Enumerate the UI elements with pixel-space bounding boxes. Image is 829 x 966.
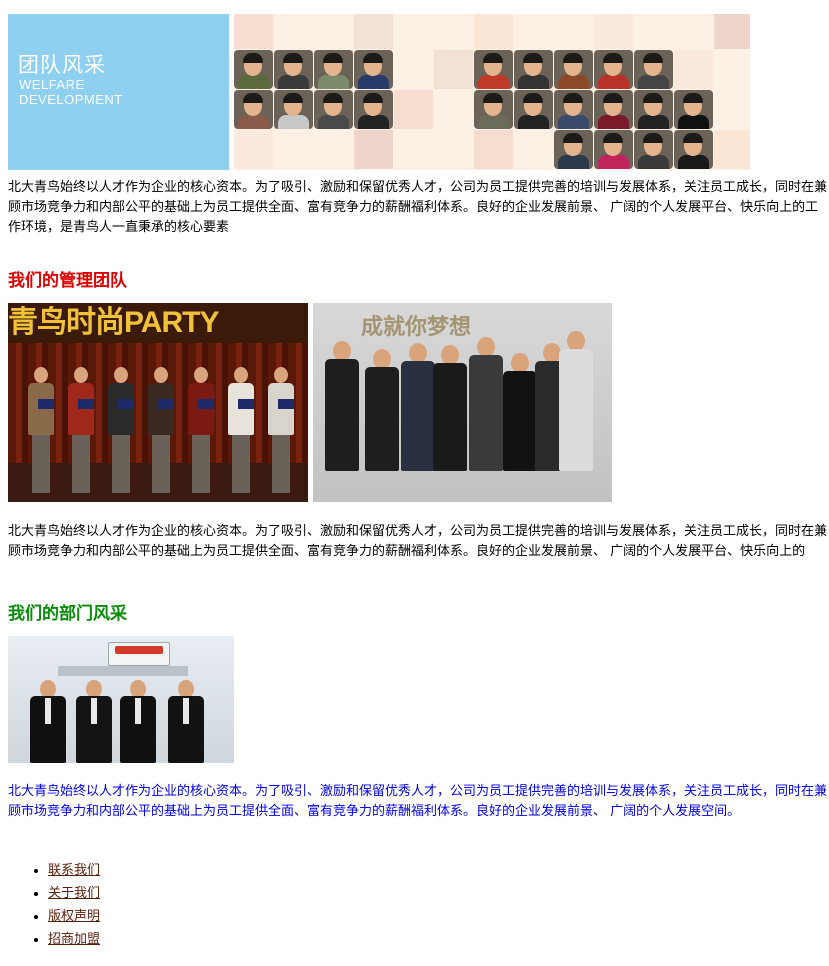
- office-team-photo: 成就你梦想: [313, 303, 612, 502]
- office-wall-logo: 成就你梦想: [361, 315, 472, 340]
- team-banner: 团队风采 WELFARE DEVELOPMENT: [8, 14, 750, 170]
- collage-tile: [434, 50, 473, 89]
- staff-portrait: [274, 50, 313, 89]
- collage-tile: [354, 14, 393, 49]
- staff-portrait: [234, 90, 273, 129]
- department-heading: 我们的部门风采: [8, 604, 127, 624]
- party-banner: 青鸟时尚PARTY: [8, 303, 308, 343]
- collage-tile: [474, 130, 513, 169]
- staff-portrait: [554, 90, 593, 129]
- footer-link-item: 联系我们: [48, 861, 100, 884]
- staff-portrait: [514, 90, 553, 129]
- party-team-photo: 青鸟时尚PARTY: [8, 303, 308, 502]
- staff-portrait: [474, 50, 513, 89]
- intro-paragraph: 北大青鸟始终以人才作为企业的核心资本。为了吸引、激励和保留优秀人才，公司为员工提…: [8, 180, 828, 235]
- banner-title-block: 团队风采 WELFARE DEVELOPMENT: [8, 14, 229, 170]
- staff-portrait: [274, 90, 313, 129]
- collage-tile: [234, 130, 273, 169]
- staff-portrait: [474, 90, 513, 129]
- banner-subtitle-line2: DEVELOPMENT: [19, 92, 123, 107]
- staff-portrait: [234, 50, 273, 89]
- department-team-photo: [8, 636, 234, 763]
- staff-portrait: [314, 90, 353, 129]
- footer-link-item: 关于我们: [48, 884, 100, 907]
- staff-portrait: [594, 50, 633, 89]
- staff-portrait: [674, 130, 713, 169]
- collage-tile: [674, 50, 713, 89]
- management-paragraph: 北大青鸟始终以人才作为企业的核心资本。为了吸引、激励和保留优秀人才，公司为员工提…: [8, 524, 828, 559]
- footer-links: 联系我们 关于我们 版权声明 招商加盟: [8, 861, 100, 953]
- staff-portrait: [634, 130, 673, 169]
- management-team-heading: 我们的管理团队: [8, 271, 127, 291]
- footer-link-item: 招商加盟: [48, 930, 100, 953]
- banner-subtitle: WELFARE DEVELOPMENT: [19, 77, 123, 107]
- staff-photo-collage: [234, 14, 750, 170]
- collage-tile: [234, 14, 273, 49]
- franchise-link[interactable]: 招商加盟: [48, 932, 100, 947]
- collage-tile: [474, 14, 513, 49]
- staff-portrait: [554, 130, 593, 169]
- staff-portrait: [514, 50, 553, 89]
- staff-portrait: [634, 90, 673, 129]
- department-paragraph: 北大青鸟始终以人才作为企业的核心资本。为了吸引、激励和保留优秀人才，公司为员工提…: [8, 784, 828, 819]
- footer-link-item: 版权声明: [48, 907, 100, 930]
- banner-subtitle-line1: WELFARE: [19, 77, 85, 92]
- reception-desk: [58, 666, 188, 676]
- company-logo: [115, 646, 163, 654]
- staff-portrait: [594, 130, 633, 169]
- collage-tile: [594, 14, 633, 49]
- staff-portrait: [354, 50, 393, 89]
- staff-portrait: [594, 90, 633, 129]
- staff-portrait: [674, 90, 713, 129]
- staff-portrait: [314, 50, 353, 89]
- collage-tile: [394, 90, 433, 129]
- collage-tile: [714, 14, 750, 49]
- staff-portrait: [554, 50, 593, 89]
- collage-tile: [714, 130, 750, 169]
- company-sign: [108, 642, 170, 666]
- banner-title: 团队风采: [18, 53, 106, 77]
- collage-tile: [354, 130, 393, 169]
- about-us-link[interactable]: 关于我们: [48, 886, 100, 901]
- staff-portrait: [354, 90, 393, 129]
- copyright-link[interactable]: 版权声明: [48, 909, 100, 924]
- contact-us-link[interactable]: 联系我们: [48, 863, 100, 878]
- staff-portrait: [634, 50, 673, 89]
